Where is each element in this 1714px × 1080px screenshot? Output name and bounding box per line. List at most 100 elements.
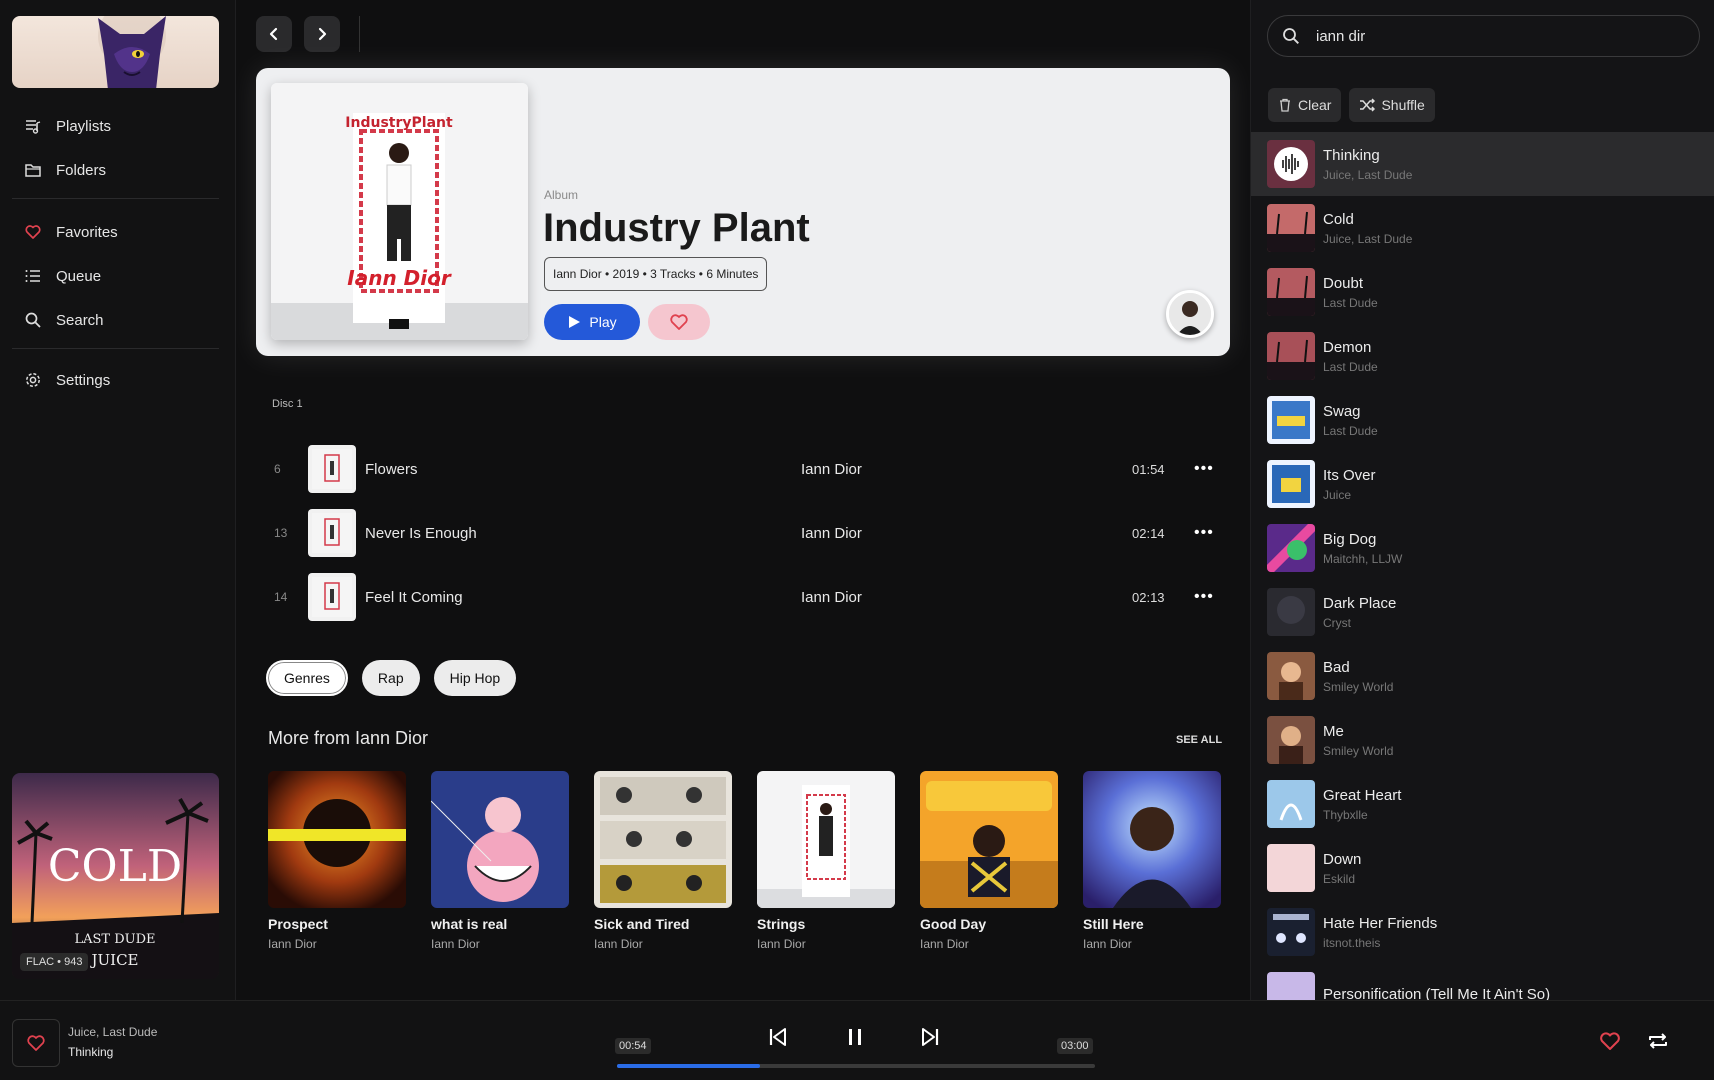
queue-item-thumb [1267, 716, 1315, 764]
queue-item-title: Its Over [1323, 466, 1376, 484]
album-meta-info[interactable]: Iann Dior • 2019 • 3 Tracks • 6 Minutes [544, 257, 768, 291]
search-icon [25, 312, 41, 328]
queue-item-thumb [1267, 460, 1315, 508]
playlist-icon [26, 120, 41, 134]
album-card[interactable]: Strings Iann Dior [757, 771, 895, 951]
heart-icon [25, 225, 41, 239]
search-bar[interactable] [1267, 15, 1700, 57]
elapsed-time: 00:54 [615, 1038, 651, 1054]
play-button[interactable]: Play [544, 304, 640, 340]
shuffle-button[interactable]: Shuffle [1349, 88, 1435, 122]
genre-chip-hip-hop[interactable]: Hip Hop [433, 660, 517, 696]
forward-button[interactable] [304, 16, 340, 52]
more-options-button[interactable]: ••• [1194, 460, 1214, 478]
genre-chip-rap[interactable]: Rap [361, 660, 420, 696]
queue-item-title: Cold [1323, 210, 1354, 228]
queue-item[interactable]: Bad Smiley World [1251, 644, 1714, 708]
track-number: 6 [274, 462, 281, 476]
sidebar-item-favorites[interactable]: Favorites [12, 210, 219, 254]
album-artwork[interactable]: IndustryPlant Iann Dior [271, 83, 528, 340]
search-input[interactable] [1316, 27, 1616, 45]
album-card[interactable]: Good Day Iann Dior [920, 771, 1058, 951]
see-all-link[interactable]: SEE ALL [1176, 734, 1222, 746]
queue-item-artist: Last Dude [1323, 359, 1378, 374]
album-card[interactable]: Sick and Tired Iann Dior [594, 771, 732, 951]
more-options-button[interactable]: ••• [1194, 588, 1214, 606]
favorite-button[interactable] [1599, 1031, 1621, 1051]
clear-queue-button[interactable]: Clear [1268, 88, 1342, 122]
queue-item[interactable]: Great Heart Thybxlle [1251, 772, 1714, 836]
folder-icon [25, 164, 41, 177]
pause-button[interactable] [843, 1025, 867, 1049]
total-time: 03:00 [1057, 1038, 1093, 1054]
heart-icon [670, 314, 688, 330]
app-logo[interactable] [12, 16, 219, 88]
now-playing-title[interactable]: Thinking [68, 1045, 113, 1059]
queue-item-title: Dark Place [1323, 594, 1397, 612]
queue-item[interactable]: Demon Last Dude [1251, 324, 1714, 388]
track-artist[interactable]: Iann Dior [801, 525, 862, 542]
track-title: Flowers [365, 460, 418, 478]
track-artist[interactable]: Iann Dior [801, 461, 862, 478]
progress-bar[interactable] [617, 1064, 1095, 1068]
artist-avatar[interactable] [1166, 290, 1214, 338]
album-card[interactable]: Still Here Iann Dior [1083, 771, 1221, 951]
sidebar-item-playlists[interactable]: Playlists [12, 104, 219, 148]
album-card-art [757, 771, 895, 908]
queue-item-title: Bad [1323, 658, 1350, 676]
album-card-title: Good Day [920, 916, 987, 932]
queue-item[interactable]: Big Dog Maitchh, LLJW [1251, 516, 1714, 580]
track-number: 14 [274, 590, 288, 604]
sidebar-item-label: Folders [56, 161, 107, 179]
queue-item[interactable]: Doubt Last Dude [1251, 260, 1714, 324]
divider [12, 348, 219, 349]
sidebar-item-folders[interactable]: Folders [12, 148, 219, 192]
queue-item[interactable]: Dark Place Cryst [1251, 580, 1714, 644]
track-artist[interactable]: Iann Dior [801, 589, 862, 606]
queue-item-artist: Smiley World [1323, 679, 1394, 694]
back-button[interactable] [256, 16, 292, 52]
favorite-track-button[interactable] [12, 1019, 60, 1067]
queue-list: Thinking Juice, Last Dude Cold Juice, Last… [1251, 132, 1714, 1000]
chevron-left-icon [269, 27, 278, 41]
history-nav [256, 16, 340, 52]
next-track-button[interactable] [918, 1025, 942, 1049]
now-playing-artist[interactable]: Juice, Last Dude [68, 1025, 157, 1039]
queue-item-title: Me [1323, 722, 1344, 740]
album-card[interactable]: what is real Iann Dior [431, 771, 569, 951]
queue-item[interactable]: Down Eskild [1251, 836, 1714, 900]
queue-item[interactable]: Cold Juice, Last Dude [1251, 196, 1714, 260]
queue-item[interactable]: Personification (Tell Me It Ain't So) [1251, 964, 1714, 1000]
sidebar-item-queue[interactable]: Queue [12, 254, 219, 298]
queue-item[interactable]: Me Smiley World [1251, 708, 1714, 772]
queue-item-artist: Eskild [1323, 871, 1356, 886]
play-button-label: Play [589, 314, 617, 330]
album-card[interactable]: Prospect Iann Dior [268, 771, 406, 951]
track-row[interactable]: 14 Feel It Coming Iann Dior 02:13 ••• [264, 567, 1224, 627]
heart-icon [27, 1035, 45, 1051]
queue-item[interactable]: Hate Her Friends itsnot.theis [1251, 900, 1714, 964]
more-options-button[interactable]: ••• [1194, 524, 1214, 542]
cover-title-text: IndustryPlant [345, 115, 453, 131]
page-title: Industry Plant [543, 206, 810, 250]
cover-subtitle-text: LAST DUDE [74, 932, 155, 947]
now-playing-artwork[interactable]: COLD LAST DUDE JUICE FLAC • 943 [12, 773, 219, 979]
queue-item[interactable]: Its Over Juice [1251, 452, 1714, 516]
favorite-album-button[interactable] [648, 304, 710, 340]
queue-item-title: Demon [1323, 338, 1372, 356]
queue-item-thumb [1267, 908, 1315, 956]
sidebar-item-settings[interactable]: Settings [12, 358, 219, 402]
queue-item-thumb [1267, 972, 1315, 1000]
queue-item[interactable]: Swag Last Dude [1251, 388, 1714, 452]
sidebar-item-label: Search [56, 311, 104, 329]
track-row[interactable]: 13 Never Is Enough Iann Dior 02:14 ••• [264, 503, 1224, 563]
genre-chips: Genres Rap Hip Hop [266, 660, 517, 696]
queue-item-playing[interactable]: Thinking Juice, Last Dude [1251, 132, 1714, 196]
chevron-right-icon [318, 27, 327, 41]
track-row[interactable]: 6 Flowers Iann Dior 01:54 ••• [264, 439, 1224, 499]
repeat-button[interactable] [1647, 1031, 1669, 1051]
queue-item-title: Hate Her Friends [1323, 914, 1438, 932]
sidebar-item-search[interactable]: Search [12, 298, 219, 342]
previous-track-button[interactable] [766, 1025, 790, 1049]
queue-item-thumb [1267, 524, 1315, 572]
